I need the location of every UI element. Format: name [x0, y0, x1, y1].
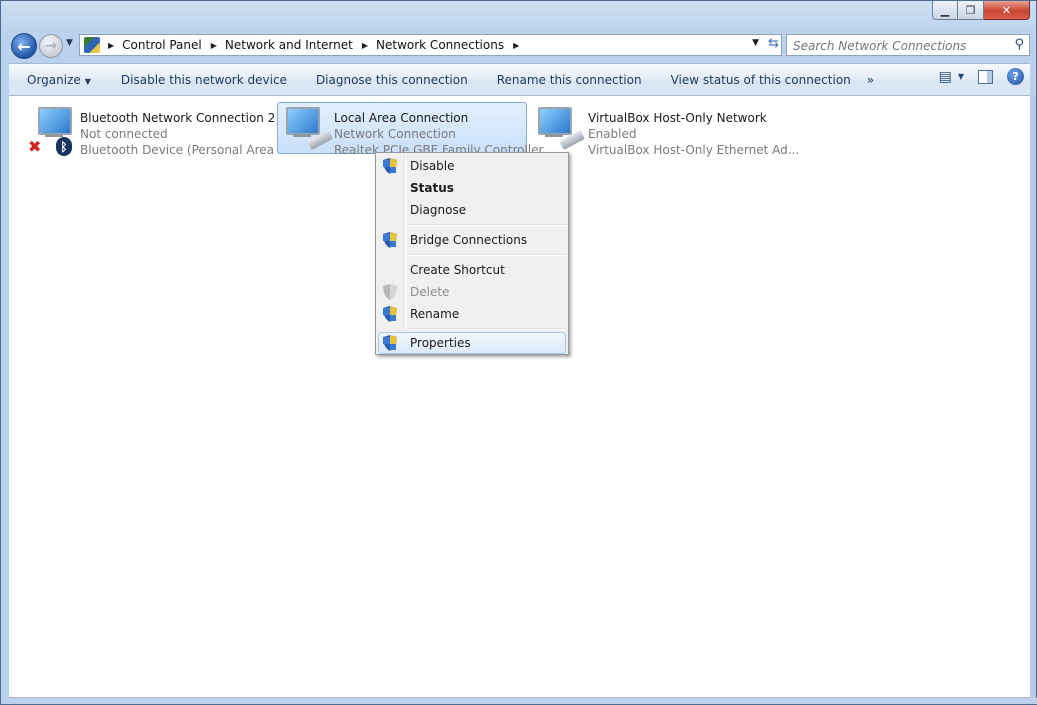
menu-item-delete: Delete	[378, 281, 566, 303]
connection-name: VirtualBox Host-Only Network	[588, 111, 767, 125]
menu-item-label: Status	[410, 181, 454, 195]
control-panel-icon	[84, 37, 100, 53]
shield-icon	[383, 306, 397, 322]
shield-icon	[383, 284, 397, 300]
address-history-dropdown-icon[interactable]: ▼	[752, 38, 759, 48]
navigation-bar: ← → ▼ ▶ Control Panel ▶ Network and Inte…	[9, 32, 1030, 60]
organize-label: Organize	[27, 72, 81, 87]
help-icon[interactable]: ?	[1007, 68, 1024, 85]
menu-item-rename[interactable]: Rename	[378, 303, 566, 325]
shield-icon	[383, 232, 397, 248]
menu-item-label: Disable	[410, 159, 455, 173]
chevron-right-icon[interactable]: ▶	[362, 41, 368, 50]
menu-item-disable[interactable]: Disable	[378, 155, 566, 177]
menu-item-status[interactable]: Status	[378, 177, 566, 199]
caret-down-icon: ▼	[957, 72, 964, 81]
back-button[interactable]: ←	[11, 33, 37, 59]
network-adapter-icon	[538, 107, 586, 153]
recent-pages-dropdown-icon[interactable]: ▼	[66, 38, 73, 48]
address-bar[interactable]: ▶ Control Panel ▶ Network and Internet ▶…	[79, 34, 782, 56]
network-adapter-icon: ✖ ᛒ	[28, 107, 76, 156]
connection-status: Network Connection	[334, 127, 456, 141]
context-menu: Disable Status Diagnose Bridge Connectio…	[375, 152, 569, 355]
change-view-button[interactable]: ▤ ▼	[939, 69, 964, 85]
bluetooth-icon: ᛒ	[56, 137, 72, 156]
view-controls: ▤ ▼ ?	[939, 68, 1024, 85]
chevron-right-icon[interactable]: ▶	[513, 41, 519, 50]
menu-item-label: Create Shortcut	[410, 263, 505, 277]
connection-device: Bluetooth Device (Personal Area ...	[80, 143, 290, 157]
caption-buttons: ▁ ❐ ✕	[932, 1, 1030, 21]
menu-item-label: Rename	[410, 307, 460, 321]
shield-icon	[383, 335, 397, 351]
chevron-right-icon[interactable]: ▶	[211, 41, 217, 50]
minimize-button[interactable]: ▁	[932, 1, 958, 20]
more-commands-button[interactable]: »	[859, 73, 882, 87]
shield-icon	[383, 158, 397, 174]
views-icon: ▤	[938, 68, 952, 85]
rename-connection-button[interactable]: Rename this connection	[489, 73, 650, 87]
menu-item-label: Bridge Connections	[410, 233, 528, 247]
menu-item-create-shortcut[interactable]: Create Shortcut	[378, 259, 566, 281]
restore-button[interactable]: ❐	[958, 1, 984, 20]
connection-item-virtualbox[interactable]: VirtualBox Host-Only Network Enabled Vir…	[529, 102, 799, 157]
connection-name: Local Area Connection	[334, 111, 469, 125]
connection-name: Bluetooth Network Connection 2	[80, 111, 276, 125]
menu-item-label: Properties	[410, 336, 471, 350]
breadcrumb-control-panel[interactable]: Control Panel	[122, 38, 202, 52]
connection-status: Not connected	[80, 127, 168, 141]
menu-item-properties[interactable]: Properties	[378, 332, 566, 354]
close-button[interactable]: ✕	[984, 1, 1030, 20]
connection-status: Enabled	[588, 127, 637, 141]
connection-item-bluetooth[interactable]: ✖ ᛒ Bluetooth Network Connection 2 Not c…	[19, 102, 289, 157]
menu-separator	[408, 328, 566, 330]
network-adapter-icon	[286, 107, 334, 153]
menu-separator	[408, 224, 566, 226]
organize-menu-button[interactable]: Organize ▼	[19, 73, 99, 87]
menu-item-diagnose[interactable]: Diagnose	[378, 199, 566, 221]
refresh-icon[interactable]: ⇆	[768, 36, 779, 51]
connection-item-local-area[interactable]: Local Area Connection Network Connection…	[277, 102, 543, 157]
menu-separator	[408, 254, 566, 256]
breadcrumb-network-and-internet[interactable]: Network and Internet	[225, 38, 353, 52]
preview-pane-icon[interactable]	[978, 69, 993, 84]
menu-item-label: Diagnose	[410, 203, 467, 217]
diagnose-connection-button[interactable]: Diagnose this connection	[308, 73, 476, 87]
disconnected-x-icon: ✖	[28, 137, 42, 156]
chevron-right-icon[interactable]: ▶	[108, 41, 114, 50]
search-input[interactable]	[791, 36, 1005, 56]
menu-item-bridge-connections[interactable]: Bridge Connections	[378, 229, 566, 251]
caret-down-icon: ▼	[84, 76, 91, 86]
command-bar: Organize ▼ Disable this network device Di…	[9, 63, 1030, 96]
search-box[interactable]: ⚲	[786, 34, 1030, 56]
connection-device: VirtualBox Host-Only Ethernet Ad...	[588, 143, 800, 157]
view-status-button[interactable]: View status of this connection	[663, 73, 859, 87]
menu-item-label: Delete	[410, 285, 450, 299]
forward-button[interactable]: →	[39, 34, 63, 58]
breadcrumb-network-connections[interactable]: Network Connections	[376, 38, 504, 52]
search-icon[interactable]: ⚲	[1014, 37, 1024, 52]
window-border	[1030, 96, 1036, 698]
disable-network-device-button[interactable]: Disable this network device	[113, 73, 295, 87]
window-border	[1, 698, 1037, 704]
